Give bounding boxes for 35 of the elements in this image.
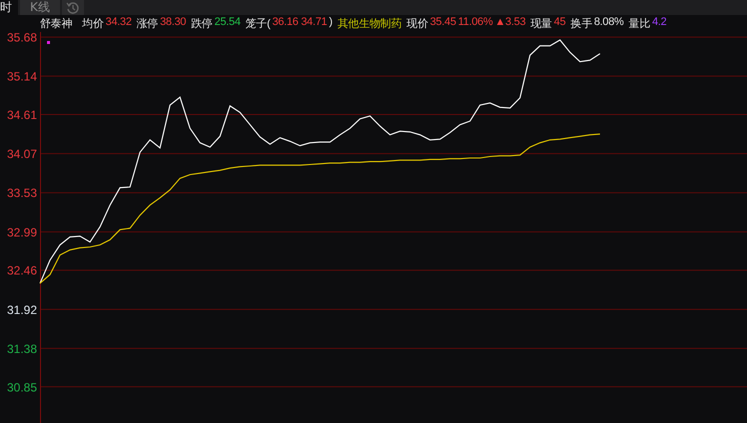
quote-label: 笼子( — [245, 17, 270, 31]
quote-label: 现量 — [530, 17, 552, 31]
axis-label: 31.38 — [6, 342, 37, 356]
quote-label: 均价 — [82, 17, 104, 31]
quote-value: ▲3.53 — [494, 16, 526, 30]
quote-value: 35.45 — [430, 16, 456, 30]
view-tab[interactable]: 时 — [0, 0, 18, 15]
axis-label: 35.14 — [6, 70, 37, 84]
axis-label: 31.92 — [6, 302, 37, 317]
axis-label: 32.46 — [6, 264, 37, 278]
stock-name: 舒泰神 — [40, 17, 72, 31]
quote-value: 38.30 — [160, 16, 186, 30]
quote-value: ) — [329, 16, 332, 30]
view-tab[interactable]: K线 — [20, 0, 60, 15]
quote-value: 8.08% — [594, 16, 624, 30]
quote-label: 涨停 — [136, 17, 158, 31]
history-button[interactable] — [62, 0, 84, 15]
quote-label: 跌停 — [190, 17, 212, 31]
quote-value: 36.16 34.71 — [272, 16, 327, 30]
quote-value: 11.06% — [458, 16, 493, 30]
quote-label: 量比 — [628, 17, 650, 31]
axis-label: 33.53 — [6, 186, 37, 200]
axis-label: 35.68 — [6, 32, 37, 45]
quote-value: 其他生物制药 — [337, 16, 402, 31]
axis-label: 34.07 — [6, 147, 37, 162]
axis-label: 30.85 — [6, 380, 37, 394]
marker-icon — [47, 41, 50, 44]
quote-value: 25.54 — [214, 16, 240, 30]
quote-value: 45 — [554, 16, 566, 30]
quote-value: 4.2 — [652, 16, 666, 30]
quote-label: 现价 — [406, 17, 428, 31]
axis-label: 34.61 — [6, 108, 37, 122]
quote-label: 换手 — [570, 17, 592, 31]
quote-value: 34.32 — [106, 16, 132, 30]
axis-label: 32.99 — [6, 225, 37, 240]
